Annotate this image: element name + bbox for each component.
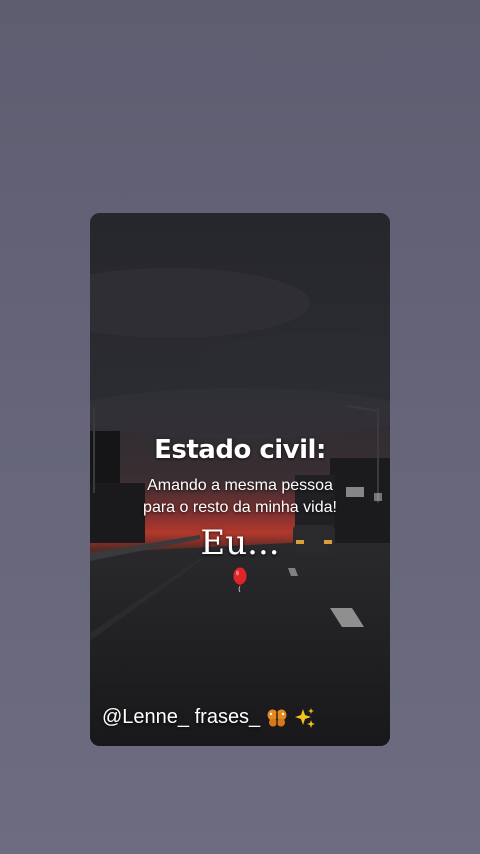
story-card[interactable]: Estado civil: Amando a mesma pessoa para… (90, 213, 390, 746)
author-handle[interactable]: @Lenne_ frases_ (102, 706, 316, 729)
story-overlay: Estado civil: Amando a mesma pessoa para… (90, 213, 390, 746)
post-title: Estado civil: (154, 435, 326, 465)
red-balloon-icon (233, 567, 247, 593)
post-subtitle-line-2: para o resto da minha vida! (143, 499, 337, 516)
post-subtitle-line-1: Amando a mesma pessoa (147, 477, 333, 494)
sparkles-icon (295, 707, 316, 728)
author-handle-text: @Lenne_ frases_ (102, 706, 261, 728)
post-eu-text: Eu... (200, 523, 280, 563)
butterfly-icon (267, 709, 287, 726)
